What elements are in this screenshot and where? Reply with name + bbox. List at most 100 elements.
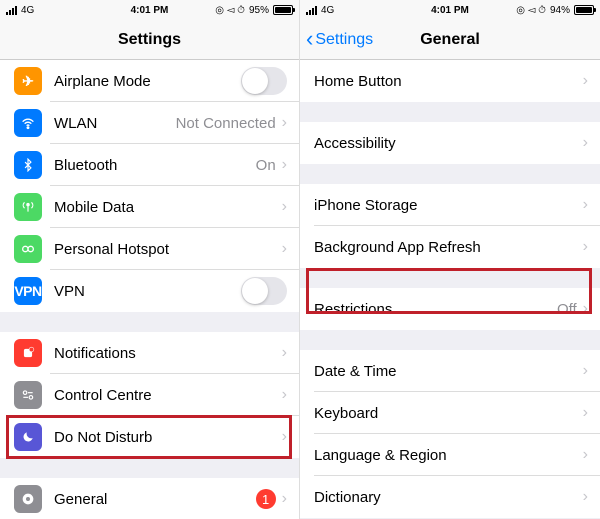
row-label: iPhone Storage — [314, 197, 583, 214]
status-glyphs-icon: ◎ ◅ ⏱ — [516, 5, 546, 16]
row-detail: Off — [557, 301, 577, 318]
row-label: Restrictions — [314, 301, 557, 318]
row-label: Dictionary — [314, 489, 583, 506]
row-notifications[interactable]: Notifications › — [0, 332, 299, 374]
nav-bar: Settings — [0, 20, 299, 60]
row-label: Home Button — [314, 73, 583, 90]
chevron-right-icon: › — [282, 428, 287, 446]
vpn-toggle[interactable] — [241, 277, 287, 305]
row-label: Accessibility — [314, 135, 583, 152]
section-gap — [300, 164, 600, 184]
clock: 4:01 PM — [131, 5, 169, 16]
row-label: Notifications — [54, 345, 282, 362]
row-language-region[interactable]: Language & Region › — [300, 434, 600, 476]
row-label: VPN — [54, 283, 241, 300]
antenna-icon — [14, 193, 42, 221]
row-label: Do Not Disturb — [54, 429, 282, 446]
wifi-icon — [14, 109, 42, 137]
hotspot-icon — [14, 235, 42, 263]
section-gap — [0, 312, 299, 332]
chevron-right-icon: › — [583, 300, 588, 318]
row-label: WLAN — [54, 115, 176, 132]
row-label: Personal Hotspot — [54, 241, 282, 258]
chevron-right-icon: › — [583, 488, 588, 506]
airplane-icon: ✈ — [14, 67, 42, 95]
row-control-centre[interactable]: Control Centre › — [0, 374, 299, 416]
signal-icon — [306, 6, 317, 15]
section-gap — [300, 102, 600, 122]
row-wlan[interactable]: WLAN Not Connected › — [0, 102, 299, 144]
row-label: Airplane Mode — [54, 73, 241, 90]
chevron-right-icon: › — [282, 114, 287, 132]
settings-list[interactable]: ✈ Airplane Mode WLAN Not Connected › Blu… — [0, 60, 299, 519]
row-detail: On — [256, 157, 276, 174]
chevron-right-icon: › — [583, 72, 588, 90]
battery-icon — [574, 5, 594, 15]
row-label: Mobile Data — [54, 199, 282, 216]
row-bluetooth[interactable]: Bluetooth On › — [0, 144, 299, 186]
row-home-button[interactable]: Home Button › — [300, 60, 600, 102]
row-dictionary[interactable]: Dictionary › — [300, 476, 600, 518]
chevron-right-icon: › — [583, 196, 588, 214]
row-label: Bluetooth — [54, 157, 256, 174]
chevron-right-icon: › — [282, 344, 287, 362]
chevron-right-icon: › — [583, 404, 588, 422]
general-list[interactable]: Home Button › Accessibility › iPhone Sto… — [300, 60, 600, 519]
row-label: Language & Region — [314, 447, 583, 464]
section-gap — [0, 458, 299, 478]
row-label: Keyboard — [314, 405, 583, 422]
carrier-label: 4G — [321, 5, 334, 16]
chevron-right-icon: › — [583, 134, 588, 152]
status-bar: 4G 4:01 PM ◎ ◅ ⏱ 95% — [0, 0, 299, 20]
section-gap — [300, 268, 600, 288]
gear-icon — [14, 485, 42, 513]
chevron-right-icon: › — [282, 490, 287, 508]
row-label: Background App Refresh — [314, 239, 583, 256]
row-label: Control Centre — [54, 387, 282, 404]
battery-percent: 95% — [249, 5, 269, 16]
row-label: General — [54, 491, 256, 508]
clock: 4:01 PM — [431, 5, 469, 16]
row-airplane-mode[interactable]: ✈ Airplane Mode — [0, 60, 299, 102]
nav-title: General — [420, 31, 480, 49]
chevron-left-icon: ‹ — [306, 28, 313, 50]
chevron-right-icon: › — [583, 362, 588, 380]
row-accessibility[interactable]: Accessibility › — [300, 122, 600, 164]
general-screen: 4G 4:01 PM ◎ ◅ ⏱ 94% ‹ Settings General … — [300, 0, 600, 519]
row-mobile-data[interactable]: Mobile Data › — [0, 186, 299, 228]
row-personal-hotspot[interactable]: Personal Hotspot › — [0, 228, 299, 270]
back-button[interactable]: ‹ Settings — [306, 20, 373, 59]
general-badge: 1 — [256, 489, 276, 509]
moon-icon — [14, 423, 42, 451]
row-do-not-disturb[interactable]: Do Not Disturb › — [0, 416, 299, 458]
settings-screen: 4G 4:01 PM ◎ ◅ ⏱ 95% Settings ✈ Airplane… — [0, 0, 300, 519]
carrier-label: 4G — [21, 5, 34, 16]
nav-bar: ‹ Settings General — [300, 20, 600, 60]
row-iphone-storage[interactable]: iPhone Storage › — [300, 184, 600, 226]
row-label: Date & Time — [314, 363, 583, 380]
row-detail: Not Connected — [176, 115, 276, 132]
battery-percent: 94% — [550, 5, 570, 16]
back-label: Settings — [315, 31, 373, 49]
status-bar: 4G 4:01 PM ◎ ◅ ⏱ 94% — [300, 0, 600, 20]
row-restrictions[interactable]: Restrictions Off › — [300, 288, 600, 330]
notifications-icon — [14, 339, 42, 367]
chevron-right-icon: › — [282, 240, 287, 258]
signal-icon — [6, 6, 17, 15]
row-general[interactable]: General 1 › — [0, 478, 299, 519]
chevron-right-icon: › — [282, 156, 287, 174]
control-centre-icon — [14, 381, 42, 409]
battery-icon — [273, 5, 293, 15]
chevron-right-icon: › — [282, 386, 287, 404]
airplane-toggle[interactable] — [241, 67, 287, 95]
row-keyboard[interactable]: Keyboard › — [300, 392, 600, 434]
row-background-app-refresh[interactable]: Background App Refresh › — [300, 226, 600, 268]
vpn-icon: VPN — [14, 277, 42, 305]
status-glyphs-icon: ◎ ◅ ⏱ — [215, 5, 245, 16]
section-gap — [300, 330, 600, 350]
nav-title: Settings — [118, 31, 181, 49]
row-date-time[interactable]: Date & Time › — [300, 350, 600, 392]
row-vpn[interactable]: VPN VPN — [0, 270, 299, 312]
chevron-right-icon: › — [583, 238, 588, 256]
chevron-right-icon: › — [282, 198, 287, 216]
